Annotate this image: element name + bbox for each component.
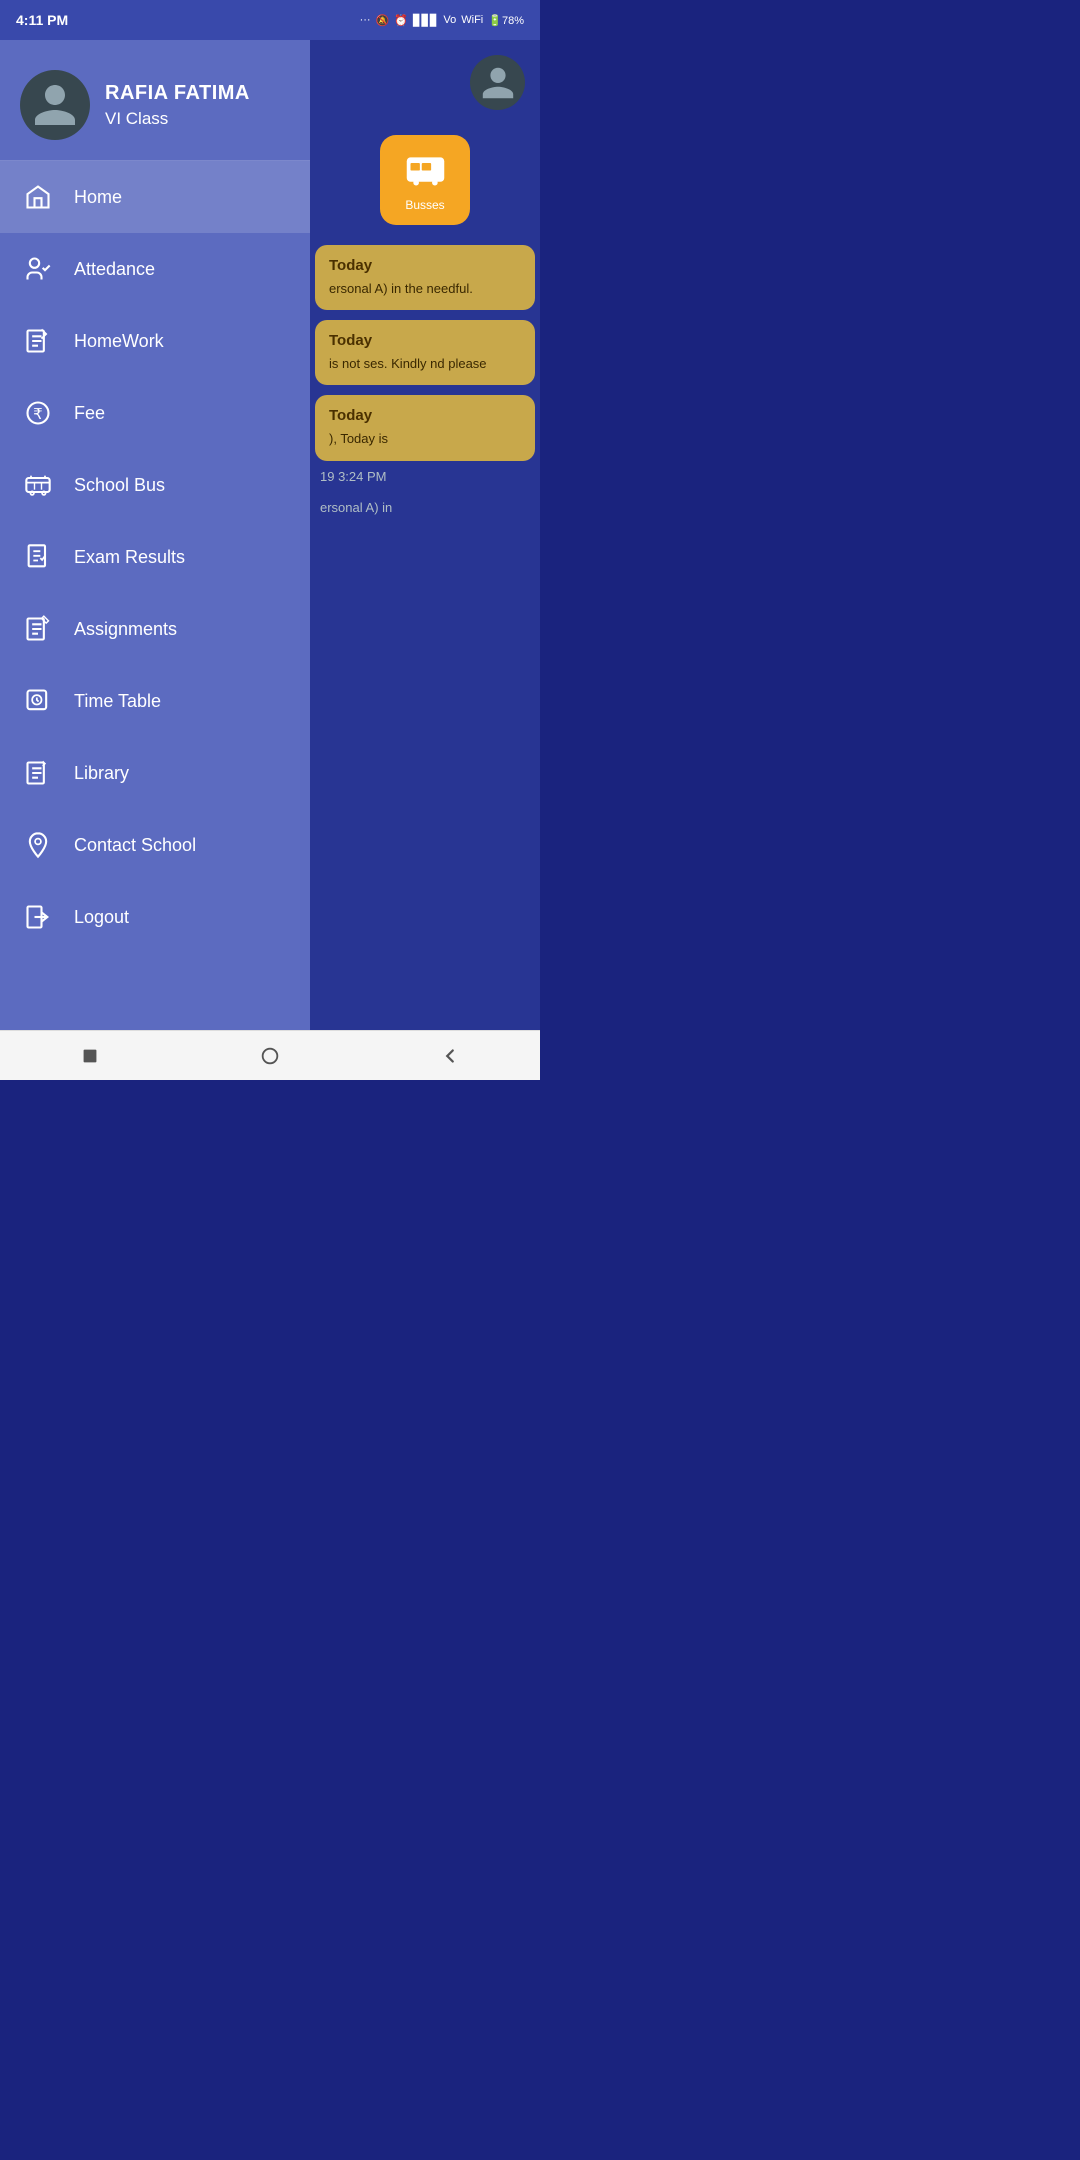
bottom-nav-bar	[0, 1030, 540, 1080]
right-top-area	[310, 40, 540, 125]
profile-info: RAFIA FATIMA VI Class	[105, 82, 250, 129]
library-icon	[20, 755, 56, 791]
nav-item-contact-school[interactable]: Contact School	[0, 809, 310, 881]
nav-label-contact-school: Contact School	[74, 835, 196, 856]
volte-icon: Vo	[443, 14, 456, 26]
main-layout: RAFIA FATIMA VI Class Home	[0, 40, 540, 1030]
msg-text-2: is not ses. Kindly nd please	[329, 355, 521, 373]
time-table-icon	[20, 683, 56, 719]
status-time: 4:11 PM	[16, 12, 68, 28]
battery-icon: 🔋78%	[488, 14, 524, 27]
back-icon	[439, 1045, 461, 1067]
school-bus-icon	[20, 467, 56, 503]
msg-date-1: Today	[329, 257, 521, 274]
nav-label-assignments: Assignments	[74, 619, 177, 640]
wifi-icon: WiFi	[461, 14, 483, 26]
attendance-icon	[20, 251, 56, 287]
nav-item-school-bus[interactable]: School Bus	[0, 449, 310, 521]
drawer-menu: RAFIA FATIMA VI Class Home	[0, 40, 310, 1030]
home-button[interactable]	[253, 1038, 288, 1073]
msg-text-3: ), Today is	[329, 430, 521, 448]
alarm-icon: ⏰	[394, 14, 408, 27]
right-panel: Busses Today ersonal A) in the needful. …	[310, 40, 540, 1030]
msg-date-3: Today	[329, 407, 521, 424]
msg-text-1: ersonal A) in the needful.	[329, 280, 521, 298]
recent-apps-icon	[79, 1045, 101, 1067]
bottom-extra-text: ersonal A) in	[310, 492, 540, 523]
right-panel-avatar	[470, 55, 525, 110]
nav-label-home: Home	[74, 187, 122, 208]
fee-icon: ₹	[20, 395, 56, 431]
avatar	[20, 70, 90, 140]
svg-text:₹: ₹	[33, 406, 43, 423]
assignments-icon	[20, 611, 56, 647]
status-bar: 4:11 PM ··· 🔕 ⏰ ▊▊▊ Vo WiFi 🔋78%	[0, 0, 540, 40]
message-card-2: Today is not ses. Kindly nd please	[315, 320, 535, 385]
signal-icon: ▊▊▊	[413, 14, 438, 27]
back-button[interactable]	[433, 1038, 468, 1073]
status-icons: ··· 🔕 ⏰ ▊▊▊ Vo WiFi 🔋78%	[360, 14, 524, 27]
bus-section: Busses	[310, 125, 540, 245]
nav-item-time-table[interactable]: Time Table	[0, 665, 310, 737]
nav-item-home[interactable]: Home	[0, 161, 310, 233]
nav-item-fee[interactable]: ₹ Fee	[0, 377, 310, 449]
nav-label-attendance: Attedance	[74, 259, 155, 280]
homework-icon	[20, 323, 56, 359]
contact-school-icon	[20, 827, 56, 863]
dots-icon: ···	[360, 14, 371, 26]
profile-section: RAFIA FATIMA VI Class	[0, 40, 310, 160]
nav-item-attendance[interactable]: Attedance	[0, 233, 310, 305]
bottom-timestamp: 19 3:24 PM	[310, 461, 540, 492]
profile-class: VI Class	[105, 109, 250, 129]
home-nav-icon	[259, 1045, 281, 1067]
nav-item-library[interactable]: Library	[0, 737, 310, 809]
profile-name: RAFIA FATIMA	[105, 82, 250, 105]
message-card-3: Today ), Today is	[315, 395, 535, 460]
exam-results-icon	[20, 539, 56, 575]
nav-label-fee: Fee	[74, 403, 105, 424]
nav-label-library: Library	[74, 763, 129, 784]
home-icon	[20, 179, 56, 215]
nav-label-exam-results: Exam Results	[74, 547, 185, 568]
nav-label-homework: HomeWork	[74, 331, 164, 352]
nav-item-homework[interactable]: HomeWork	[0, 305, 310, 377]
recent-apps-button[interactable]	[73, 1038, 108, 1073]
user-avatar-icon	[30, 80, 80, 130]
busses-card[interactable]: Busses	[380, 135, 470, 225]
nav-label-school-bus: School Bus	[74, 475, 165, 496]
logout-icon	[20, 899, 56, 935]
nav-label-time-table: Time Table	[74, 691, 161, 712]
nav-item-exam-results[interactable]: Exam Results	[0, 521, 310, 593]
message-cards: Today ersonal A) in the needful. Today i…	[310, 245, 540, 461]
mute-icon: 🔕	[376, 14, 390, 27]
message-card-1: Today ersonal A) in the needful.	[315, 245, 535, 310]
nav-item-assignments[interactable]: Assignments	[0, 593, 310, 665]
msg-date-2: Today	[329, 332, 521, 349]
right-user-icon	[479, 64, 517, 102]
nav-item-logout[interactable]: Logout	[0, 881, 310, 953]
nav-label-logout: Logout	[74, 907, 129, 928]
busses-label: Busses	[405, 198, 444, 212]
bus-card-icon	[403, 148, 448, 193]
